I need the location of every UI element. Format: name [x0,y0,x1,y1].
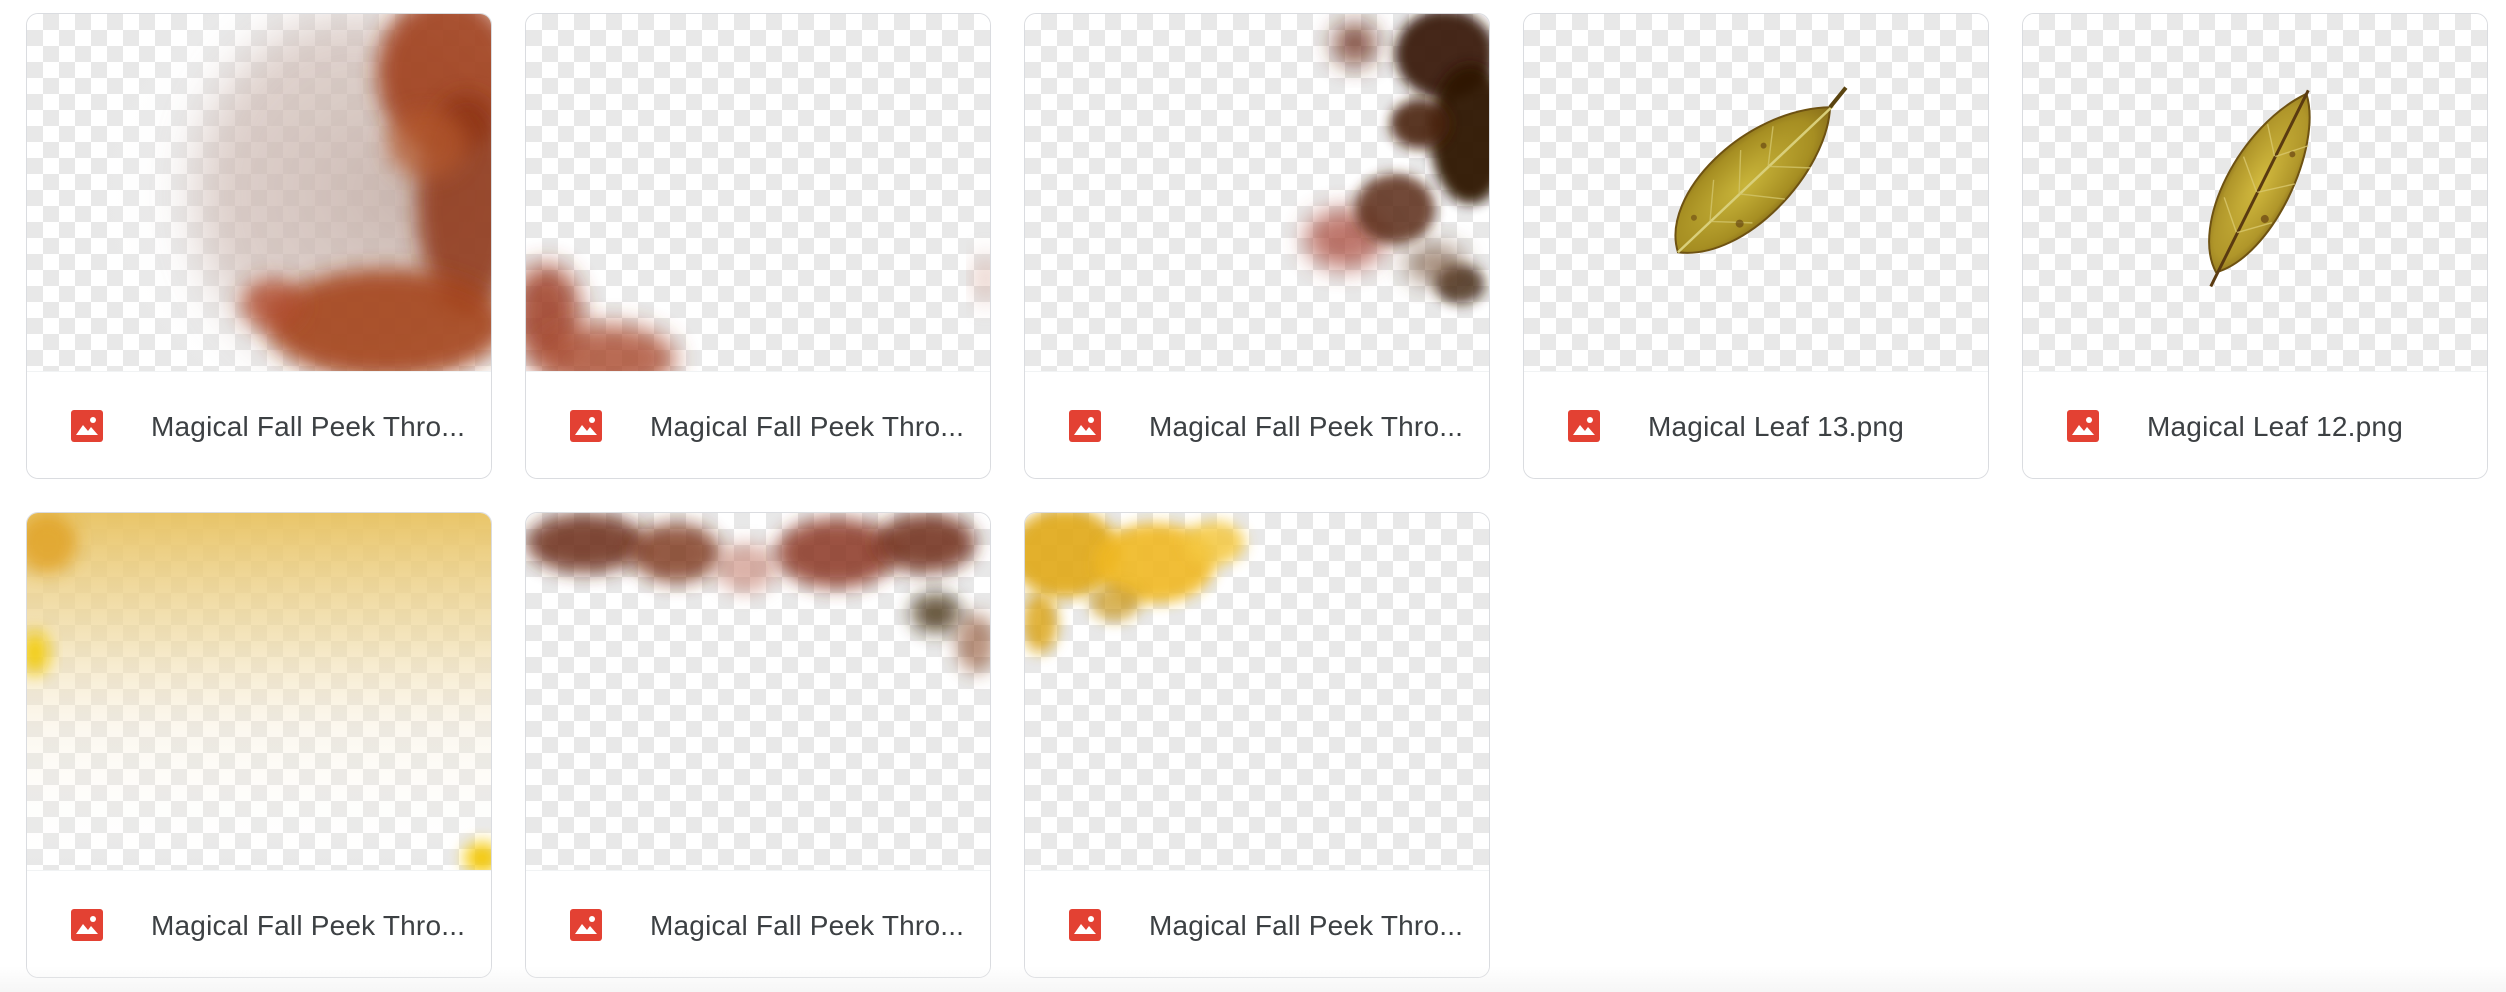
file-name: Magical Leaf 12.png [2147,411,2403,442]
red-leaves-preview [526,254,990,372]
file-card-footer: Magical Fall Peek Thro... [1025,371,1489,478]
image-file-icon [570,410,602,442]
file-card[interactable]: Magical Leaf 13.png [1523,13,1989,479]
yellow-haze-preview [27,513,491,871]
file-name: Magical Fall Peek Thro... [650,910,965,941]
file-thumbnail [526,513,990,871]
image-file-icon [1069,410,1101,442]
image-file-icon [2067,410,2099,442]
yellow-leaf-preview [1674,86,1848,254]
file-card[interactable]: Magical Fall Peek Thro... [26,13,492,479]
file-thumbnail [2023,14,2487,372]
file-name: Magical Fall Peek Thro... [151,910,466,941]
file-thumbnail [1025,14,1489,372]
yellow-leaves-preview [1025,513,1245,653]
file-card-footer: Magical Fall Peek Thro... [526,870,990,977]
file-thumbnail [1025,513,1489,871]
file-card-footer: Magical Fall Peek Thro... [526,371,990,478]
dark-leaves-preview [1305,14,1489,304]
file-name: Magical Fall Peek Thro... [1149,411,1464,442]
file-name: Magical Fall Peek Thro... [650,411,965,442]
file-thumbnail [27,14,491,372]
file-grid: Magical Fall Peek Thro... Magical Fall P… [26,13,2488,978]
file-card[interactable]: Magical Fall Peek Thro... [1024,512,1490,978]
file-thumbnail [526,14,990,372]
file-card-footer: Magical Fall Peek Thro... [27,870,491,977]
image-file-icon [71,909,103,941]
red-leaves-preview [526,513,990,673]
file-card[interactable]: Magical Leaf 12.png [2022,13,2488,479]
file-card[interactable]: Magical Fall Peek Thro... [26,512,492,978]
file-name: Magical Leaf 13.png [1648,411,1904,442]
file-card-footer: Magical Fall Peek Thro... [1025,870,1489,977]
file-name: Magical Fall Peek Thro... [1149,910,1464,941]
file-thumbnail [27,513,491,871]
image-file-icon [570,909,602,941]
image-file-icon [1568,410,1600,442]
file-card[interactable]: Magical Fall Peek Thro... [525,512,991,978]
file-card[interactable]: Magical Fall Peek Thro... [525,13,991,479]
red-leaves-preview [27,14,491,372]
file-name: Magical Fall Peek Thro... [151,411,466,442]
image-file-icon [1069,909,1101,941]
file-card[interactable]: Magical Fall Peek Thro... [1024,13,1490,479]
file-card-footer: Magical Leaf 13.png [1524,371,1988,478]
file-card-footer: Magical Fall Peek Thro... [27,371,491,478]
file-thumbnail [1524,14,1988,372]
file-card-footer: Magical Leaf 12.png [2023,371,2487,478]
yellow-leaf-preview [2208,89,2311,288]
image-file-icon [71,410,103,442]
